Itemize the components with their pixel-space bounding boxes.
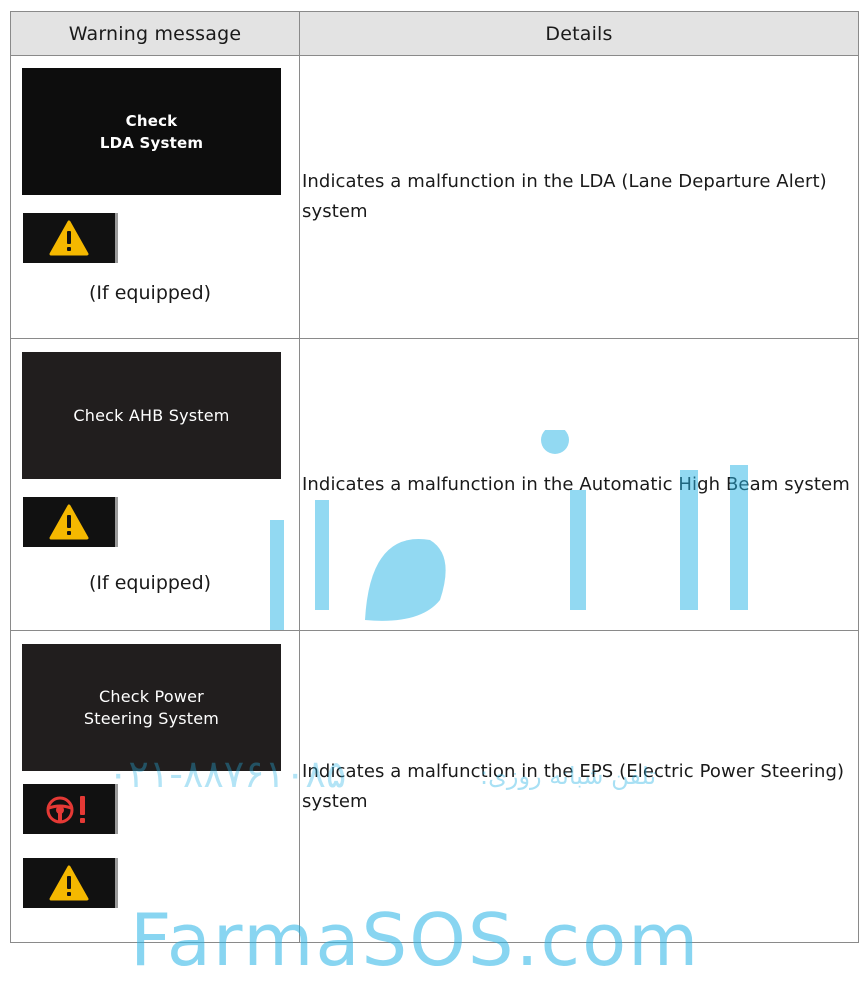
header-row: Warning message Details xyxy=(10,11,859,56)
table-row: Check Power Steering System Indicates a … xyxy=(10,630,859,943)
warning-triangle-icon xyxy=(49,865,89,901)
details-text: Indicates a malfunction in the EPS (Elec… xyxy=(302,760,845,812)
warning-table: Warning message Details Check LDA System… xyxy=(10,11,859,943)
warning-table-sheet: Warning message Details Check LDA System… xyxy=(10,11,859,943)
display-screen: Check AHB System xyxy=(22,352,281,479)
screen-text: Check LDA System xyxy=(99,111,204,152)
amber-warning-lamp xyxy=(23,858,118,908)
warning-triangle-icon xyxy=(49,504,89,540)
table-row: Check AHB System (If equipped) Indicates… xyxy=(10,338,859,631)
header-warning-message: Warning message xyxy=(10,11,300,56)
details-text: Indicates a malfunction in the Automatic… xyxy=(302,473,850,495)
table-row: Check LDA System (If equipped) Indicates… xyxy=(10,55,859,339)
details-cell: Indicates a malfunction in the EPS (Elec… xyxy=(299,630,859,943)
steering-wheel-warning-icon xyxy=(46,796,85,824)
details-cell: Indicates a malfunction in the LDA (Lane… xyxy=(299,55,859,339)
display-screen: Check LDA System xyxy=(22,68,281,195)
amber-warning-lamp xyxy=(23,497,118,547)
warning-cell: Check Power Steering System xyxy=(10,630,300,943)
warning-cell: Check AHB System (If equipped) xyxy=(10,338,300,631)
warning-cell: Check LDA System (If equipped) xyxy=(10,55,300,339)
eps-warning-lamp xyxy=(23,784,118,834)
screen-text: Check AHB System xyxy=(73,405,230,425)
amber-warning-lamp xyxy=(23,213,118,263)
if-equipped-note: (If equipped) xyxy=(89,572,212,594)
display-screen: Check Power Steering System xyxy=(22,644,281,771)
screen-text: Check Power Steering System xyxy=(83,686,220,728)
details-cell: Indicates a malfunction in the Automatic… xyxy=(299,338,859,631)
details-text: Indicates a malfunction in the LDA (Lane… xyxy=(302,171,827,222)
warning-triangle-icon xyxy=(49,220,89,256)
header-details: Details xyxy=(299,11,859,56)
if-equipped-note: (If equipped) xyxy=(89,282,212,304)
